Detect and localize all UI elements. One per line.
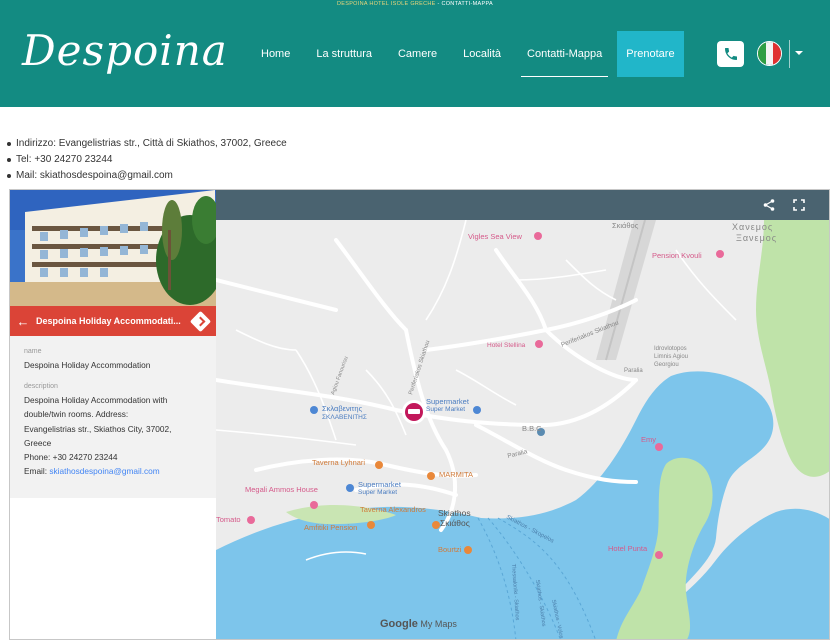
- map-label: Supermarket: [426, 397, 470, 406]
- description-line: Despoina Holiday Accommodation with: [24, 395, 168, 406]
- map-label: ΣΚΛΑΒΕΝΙΤΗΣ: [322, 414, 367, 421]
- description-value: Despoina Holiday Accommodation with doub…: [24, 393, 202, 478]
- map-label: Megali Ammos House: [245, 485, 318, 494]
- site-logo[interactable]: Despoina: [22, 26, 228, 75]
- email-link[interactable]: skiathosdespoina@gmail.com: [49, 466, 159, 476]
- map-label: B.B.C: [522, 424, 542, 433]
- nav-rooms[interactable]: Camere: [385, 31, 450, 77]
- site-header: DESPOINA HOTEL ISOLE GRECHE - CONTATTI-M…: [0, 0, 830, 107]
- map-label: Supermarket: [358, 480, 402, 489]
- book-button[interactable]: Prenotare: [617, 31, 684, 77]
- map-canvas[interactable]: Vigles Sea View Σκιάθος Χανεμος Ξανεμος …: [214, 219, 830, 640]
- contact-address: Indirizzo: Evangelistrias str., Città di…: [6, 136, 287, 152]
- map-label: MARMITA: [439, 470, 473, 479]
- phone-icon: [724, 48, 737, 60]
- nav-structure[interactable]: La struttura: [303, 31, 385, 77]
- map-label: Limnis Agiou: [654, 354, 688, 360]
- place-title: Despoina Holiday Accommodati...: [36, 316, 181, 326]
- main-nav: Home La struttura Camere Località Contat…: [248, 31, 684, 77]
- directions-icon[interactable]: [189, 310, 212, 332]
- map-svg[interactable]: Vigles Sea View Σκιάθος Χανεμος Ξανεμος …: [214, 219, 830, 640]
- mymaps-wordmark: My Maps: [420, 619, 457, 629]
- map-label: Emy: [641, 435, 656, 444]
- map-label: Georgiou: [654, 362, 679, 368]
- description-label: description: [24, 383, 58, 391]
- google-wordmark: Google: [380, 618, 418, 630]
- description-line: Evangelistrias str., Skiathos City, 3700…: [24, 423, 172, 434]
- place-details: name Despoina Holiday Accommodation desc…: [10, 336, 216, 498]
- hotel-marker[interactable]: [402, 400, 426, 424]
- map-label: Σκιάθος: [612, 221, 639, 230]
- map-label: Hotel Punta: [608, 544, 648, 553]
- nav-contacts-map[interactable]: Contatti-Mappa: [514, 31, 615, 77]
- map-toolbar: [216, 190, 829, 220]
- map-label: Σκλαβενιτης: [322, 404, 363, 413]
- map-label: Ξανεμος: [736, 233, 777, 243]
- chevron-down-icon[interactable]: [795, 51, 803, 55]
- fullscreen-icon[interactable]: [793, 199, 805, 211]
- hotel-photo: [10, 190, 216, 306]
- description-email-line: Email: skiathosdespoina@gmail.com: [24, 464, 202, 478]
- breadcrumb-current: CONTATTI-MAPPA: [441, 1, 494, 7]
- breadcrumb-home[interactable]: DESPOINA HOTEL ISOLE GRECHE: [337, 1, 436, 7]
- name-label: name: [24, 348, 42, 355]
- contact-phone: Tel: +30 24270 23244: [6, 152, 287, 168]
- map-label: Bourtzi: [438, 545, 462, 554]
- email-prefix: Email:: [24, 466, 50, 477]
- map-label: Hotel Stellina: [487, 342, 526, 349]
- map-label: Super Market: [358, 489, 397, 496]
- map-label: Paralia: [624, 368, 643, 374]
- map-label: Σκιάθος: [440, 518, 470, 528]
- map-label: Tomato: [216, 515, 241, 524]
- map-label: Vigles Sea View: [468, 232, 523, 241]
- map-embed: ← Despoina Holiday Accommodati... name D…: [9, 189, 830, 640]
- google-mymaps-logo: Google My Maps: [380, 618, 457, 630]
- description-line: double/twin rooms. Address:: [24, 409, 129, 420]
- map-label: Idrovlotopos: [654, 346, 687, 352]
- top-breadcrumb: DESPOINA HOTEL ISOLE GRECHE - CONTATTI-M…: [0, 1, 830, 7]
- map-label: Super Market: [426, 406, 465, 413]
- share-icon[interactable]: [763, 199, 775, 211]
- place-title-bar: ← Despoina Holiday Accommodati...: [10, 306, 216, 336]
- back-arrow-icon[interactable]: ←: [10, 314, 36, 329]
- nav-home[interactable]: Home: [248, 31, 303, 77]
- description-phone: Phone: +30 24270 23244: [24, 452, 118, 463]
- contact-mail: Mail: skiathosdespoina@gmail.com: [6, 168, 287, 184]
- description-line: Greece: [24, 437, 52, 448]
- language-separator: [789, 40, 790, 68]
- map-label: Taverna Alexandros: [360, 505, 426, 514]
- map-label: Skiathos: [438, 508, 471, 518]
- place-panel: ← Despoina Holiday Accommodati... name D…: [10, 190, 216, 639]
- nav-location[interactable]: Località: [450, 31, 514, 77]
- contact-list: Indirizzo: Evangelistrias str., Città di…: [6, 136, 287, 184]
- map-label: Taverna Lyhnari: [312, 458, 365, 467]
- italy-flag-icon[interactable]: [757, 41, 782, 66]
- phone-button[interactable]: [717, 41, 744, 67]
- name-value: Despoina Holiday Accommodation: [24, 360, 151, 370]
- map-label: Pension Kvouli: [652, 251, 702, 260]
- map-label: Amfitiki Pension: [304, 523, 357, 532]
- map-label: Χανεμος: [732, 222, 773, 232]
